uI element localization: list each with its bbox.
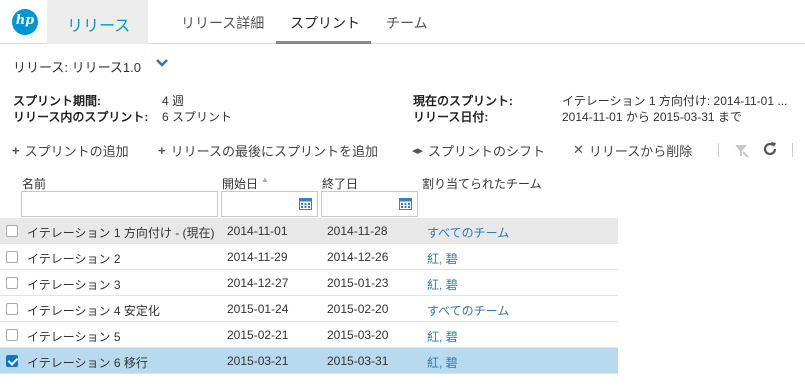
sprint-start-date: 2015-03-21 xyxy=(227,354,289,368)
sort-ascending-icon: ▲ xyxy=(261,175,269,184)
sprint-end-date: 2014-12-26 xyxy=(327,250,389,264)
table-row[interactable]: イテレーション 1 方向付け - (現在) 2014-11-01 2014-11… xyxy=(0,218,618,244)
calendar-icon[interactable] xyxy=(299,197,312,210)
table-row[interactable]: イテレーション 5 2015-02-21 2015-03-20 紅, 碧 xyxy=(0,322,618,348)
add-sprint-button[interactable]: + スプリントの追加 xyxy=(12,142,129,159)
current-sprint-value: イテレーション 1 方向付け: 2014-11-01 ... xyxy=(562,94,788,108)
remove-from-release-button[interactable]: ✕ リリースから削除 xyxy=(573,142,693,159)
sprint-name: イテレーション 5 xyxy=(27,330,121,344)
assigned-team-link[interactable]: 紅, 碧 xyxy=(427,276,458,293)
sprint-name: イテレーション 4 安定化 xyxy=(27,304,160,318)
row-checkbox[interactable] xyxy=(6,277,18,289)
remove-from-release-label: リリースから削除 xyxy=(588,143,693,159)
add-sprint-label: スプリントの追加 xyxy=(24,143,129,159)
row-checkbox[interactable] xyxy=(6,251,18,263)
sprint-start-date: 2015-02-21 xyxy=(227,328,289,342)
plus-icon: + xyxy=(158,142,166,158)
close-icon: ✕ xyxy=(573,142,584,157)
sprint-end-date: 2015-03-31 xyxy=(327,354,389,368)
add-sprint-end-label: リリースの最後にスプリントを追加 xyxy=(170,143,378,159)
app-tab-release[interactable]: リリース xyxy=(47,0,148,44)
sprints-in-release-value: 6 スプリント xyxy=(162,110,233,124)
table-row[interactable]: イテレーション 4 安定化 2015-01-24 2015-02-20 すべての… xyxy=(0,296,618,322)
calendar-icon[interactable] xyxy=(399,197,412,210)
table-row[interactable]: イテレーション 6 移行 2015-03-21 2015-03-31 紅, 碧 xyxy=(0,348,618,374)
release-date-value: 2014-11-01 から 2015-03-31 まで xyxy=(562,110,742,124)
assigned-team-link[interactable]: 紅, 碧 xyxy=(427,354,458,371)
current-sprint-label: 現在のスプリント: xyxy=(413,94,513,108)
hp-logo[interactable]: hp xyxy=(12,9,38,35)
name-filter-input[interactable] xyxy=(21,191,218,217)
sprint-end-date: 2015-01-23 xyxy=(327,276,389,290)
assigned-team-link[interactable]: 紅, 碧 xyxy=(427,328,458,345)
column-header-end[interactable]: 終了日 xyxy=(322,175,358,192)
table-row[interactable]: イテレーション 2 2014-11-29 2014-12-26 紅, 碧 xyxy=(0,244,618,270)
app-tab-label: リリース xyxy=(67,18,131,35)
row-checkbox[interactable] xyxy=(6,225,18,237)
sprint-start-date: 2015-01-24 xyxy=(227,302,289,316)
start-date-filter-input[interactable] xyxy=(221,191,318,217)
row-checkbox[interactable] xyxy=(6,329,18,341)
toolbar-divider xyxy=(718,143,719,157)
column-header-name[interactable]: 名前 xyxy=(22,175,46,192)
shift-sprint-label: スプリントのシフト xyxy=(428,143,546,159)
row-checkbox[interactable] xyxy=(6,303,18,315)
assigned-team-link[interactable]: 紅, 碧 xyxy=(427,250,458,267)
assigned-team-link[interactable]: すべてのチーム xyxy=(427,224,509,241)
release-selector-label[interactable]: リリース: リリース1.0 xyxy=(13,57,141,76)
tab-release-details[interactable]: リリース詳細 xyxy=(181,13,264,33)
tab-sprints[interactable]: スプリント xyxy=(290,13,360,33)
sprint-end-date: 2015-02-20 xyxy=(327,302,389,316)
sprint-start-date: 2014-12-27 xyxy=(227,276,289,290)
end-date-filter-input[interactable] xyxy=(321,191,418,217)
sprint-start-date: 2014-11-01 xyxy=(227,224,288,238)
shift-arrows-icon: ◂▸ xyxy=(412,144,424,157)
shift-sprint-button[interactable]: ◂▸ スプリントのシフト xyxy=(412,142,546,159)
refresh-icon[interactable] xyxy=(762,141,778,157)
sprint-name: イテレーション 1 方向付け - (現在) xyxy=(27,226,215,240)
sprint-period-label: スプリント期間: xyxy=(13,94,101,108)
tab-team[interactable]: チーム xyxy=(386,13,428,33)
table-row[interactable]: イテレーション 3 2014-12-27 2015-01-23 紅, 碧 xyxy=(0,270,618,296)
top-nav: hp リリース リリース詳細 スプリント チーム xyxy=(0,0,805,44)
plus-icon: + xyxy=(12,142,20,158)
sprint-name: イテレーション 2 xyxy=(27,252,121,266)
sprint-start-date: 2014-11-29 xyxy=(227,250,288,264)
sprint-end-date: 2015-03-20 xyxy=(327,328,389,342)
column-header-team[interactable]: 割り当てられたチーム xyxy=(422,175,542,192)
chevron-down-icon[interactable] xyxy=(154,57,170,69)
sprint-end-date: 2014-11-28 xyxy=(327,224,388,238)
toolbar-divider xyxy=(792,143,793,157)
logo-text: hp xyxy=(15,13,35,28)
clear-filter-icon[interactable] xyxy=(733,142,749,158)
row-checkbox[interactable] xyxy=(6,355,18,367)
sprint-period-value: 4 週 xyxy=(162,94,185,108)
sprint-name: イテレーション 6 移行 xyxy=(27,356,148,370)
sprint-name: イテレーション 3 xyxy=(27,278,121,292)
active-tab-indicator xyxy=(276,41,371,44)
release-date-label: リリース日付: xyxy=(413,110,489,124)
column-header-start[interactable]: 開始日 xyxy=(222,175,258,192)
add-sprint-end-button[interactable]: + リリースの最後にスプリントを追加 xyxy=(158,142,378,159)
sprints-in-release-label: リリース内のスプリント: xyxy=(13,110,149,124)
assigned-team-link[interactable]: すべてのチーム xyxy=(427,302,509,319)
